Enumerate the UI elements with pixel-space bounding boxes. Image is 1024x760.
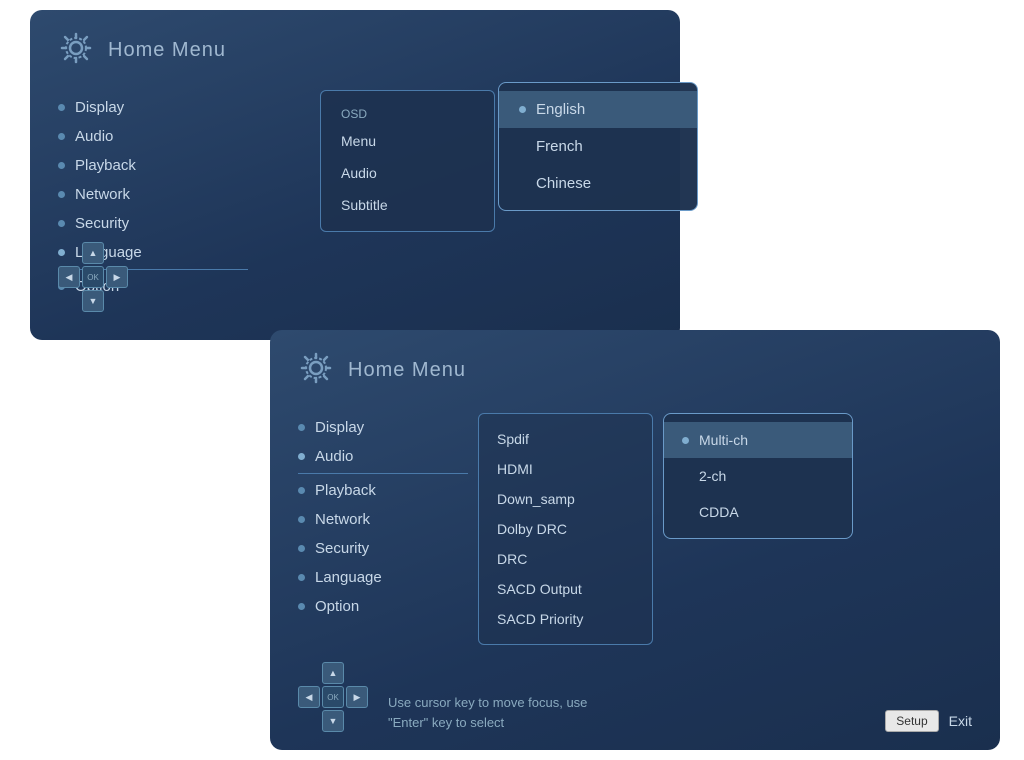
- osd-menu-item[interactable]: Menu: [321, 125, 494, 157]
- lang-bullet-english: [519, 106, 526, 113]
- nav-left-button[interactable]: ◀: [58, 266, 80, 288]
- bottom-bar: ▲ ◀ OK ▶ ▼ Use cursor key to move focus,…: [298, 662, 972, 732]
- bullet-playback: [58, 162, 65, 169]
- b-bullet-network: [298, 516, 305, 523]
- bullet-network: [58, 191, 65, 198]
- b-nav-right-button[interactable]: ▶: [346, 686, 368, 708]
- b-nav-down-button[interactable]: ▼: [322, 710, 344, 732]
- audio-downsamp[interactable]: Down_samp: [479, 484, 652, 514]
- nav-empty-1: [58, 242, 80, 264]
- language-dropdown: English French Chinese: [498, 82, 698, 211]
- bullet-audio: [58, 133, 65, 140]
- b-nav-empty-3: [298, 710, 320, 732]
- nav-right-button[interactable]: ▶: [106, 266, 128, 288]
- audio-hdmi[interactable]: HDMI: [479, 454, 652, 484]
- audio-spdif[interactable]: Spdif: [479, 424, 652, 454]
- nav-ok-button[interactable]: OK: [82, 266, 104, 288]
- b-nav-empty-1: [298, 662, 320, 684]
- osd-subtitle-item[interactable]: Subtitle: [321, 189, 494, 221]
- audio-bullet-multich: [682, 437, 689, 444]
- b-nav-empty-4: [346, 710, 368, 732]
- bottom-menu-network[interactable]: Network: [298, 505, 468, 534]
- lang-chinese[interactable]: Chinese: [499, 165, 697, 202]
- bottom-menu-playback[interactable]: Playback: [298, 476, 468, 505]
- bottom-main-menu: Display Audio Playback Network Security …: [298, 413, 468, 645]
- b-bullet-language: [298, 574, 305, 581]
- menu-item-network[interactable]: Network: [58, 180, 248, 209]
- osd-header: OSD: [321, 101, 494, 125]
- b-bullet-security: [298, 545, 305, 552]
- bottom-panel: Home Menu Display Audio Playback Network…: [270, 330, 1000, 750]
- b-nav-left-button[interactable]: ◀: [298, 686, 320, 708]
- audio-sacd-output[interactable]: SACD Output: [479, 574, 652, 604]
- bottom-menu-language[interactable]: Language: [298, 563, 468, 592]
- b-nav-up-button[interactable]: ▲: [322, 662, 344, 684]
- audio-opt-cdda[interactable]: CDDA: [664, 494, 852, 530]
- audio-bullet-2ch: [682, 473, 689, 480]
- nav-empty-2: [106, 242, 128, 264]
- audio-sacd-priority[interactable]: SACD Priority: [479, 604, 652, 634]
- menu-item-security[interactable]: Security: [58, 209, 248, 238]
- lang-bullet-chinese: [519, 180, 526, 187]
- bottom-panel-content: Display Audio Playback Network Security …: [298, 413, 972, 645]
- gear-icon: [58, 30, 94, 71]
- bottom-panel-header: Home Menu: [298, 350, 972, 391]
- b-nav-ok-button[interactable]: OK: [322, 686, 344, 708]
- exit-label[interactable]: Exit: [949, 713, 972, 729]
- b-bullet-playback: [298, 487, 305, 494]
- nav-empty-4: [106, 290, 128, 312]
- menu-item-audio[interactable]: Audio: [58, 122, 248, 151]
- audio-dropdown: Multi-ch 2-ch CDDA: [663, 413, 853, 539]
- top-panel-content: Display Audio Playback Network Security …: [58, 93, 652, 301]
- top-panel-header: Home Menu: [58, 30, 652, 71]
- bottom-menu-audio[interactable]: Audio: [298, 442, 468, 474]
- top-nav-control: ▲ ◀ OK ▶ ▼: [58, 242, 128, 312]
- bottom-panel-title: Home Menu: [348, 359, 466, 382]
- b-nav-empty-2: [346, 662, 368, 684]
- hint-text: Use cursor key to move focus, use "Enter…: [388, 693, 587, 732]
- nav-empty-3: [58, 290, 80, 312]
- bullet-security: [58, 220, 65, 227]
- bullet-display: [58, 104, 65, 111]
- b-bullet-audio: [298, 453, 305, 460]
- nav-up-button[interactable]: ▲: [82, 242, 104, 264]
- bottom-actions: Setup Exit: [885, 710, 972, 732]
- audio-bullet-cdda: [682, 509, 689, 516]
- menu-item-display[interactable]: Display: [58, 93, 248, 122]
- audio-dolby-drc[interactable]: Dolby DRC: [479, 514, 652, 544]
- b-bullet-option: [298, 603, 305, 610]
- audio-opt-multich[interactable]: Multi-ch: [664, 422, 852, 458]
- bottom-nav-control: ▲ ◀ OK ▶ ▼: [298, 662, 368, 732]
- audio-submenu: Spdif HDMI Down_samp Dolby DRC DRC SACD …: [478, 413, 653, 645]
- lang-english[interactable]: English: [499, 91, 697, 128]
- setup-button[interactable]: Setup: [885, 710, 938, 732]
- nav-down-button[interactable]: ▼: [82, 290, 104, 312]
- bottom-gear-icon: [298, 350, 334, 391]
- lang-bullet-french: [519, 143, 526, 150]
- menu-item-playback[interactable]: Playback: [58, 151, 248, 180]
- osd-submenu: OSD Menu Audio Subtitle: [320, 90, 495, 232]
- bottom-menu-display[interactable]: Display: [298, 413, 468, 442]
- b-bullet-display: [298, 424, 305, 431]
- top-panel: Home Menu Display Audio Playback Network…: [30, 10, 680, 340]
- bottom-menu-security[interactable]: Security: [298, 534, 468, 563]
- top-panel-title: Home Menu: [108, 39, 226, 62]
- osd-audio-item[interactable]: Audio: [321, 157, 494, 189]
- audio-opt-2ch[interactable]: 2-ch: [664, 458, 852, 494]
- audio-drc[interactable]: DRC: [479, 544, 652, 574]
- lang-french[interactable]: French: [499, 128, 697, 165]
- bottom-menu-option[interactable]: Option: [298, 592, 468, 621]
